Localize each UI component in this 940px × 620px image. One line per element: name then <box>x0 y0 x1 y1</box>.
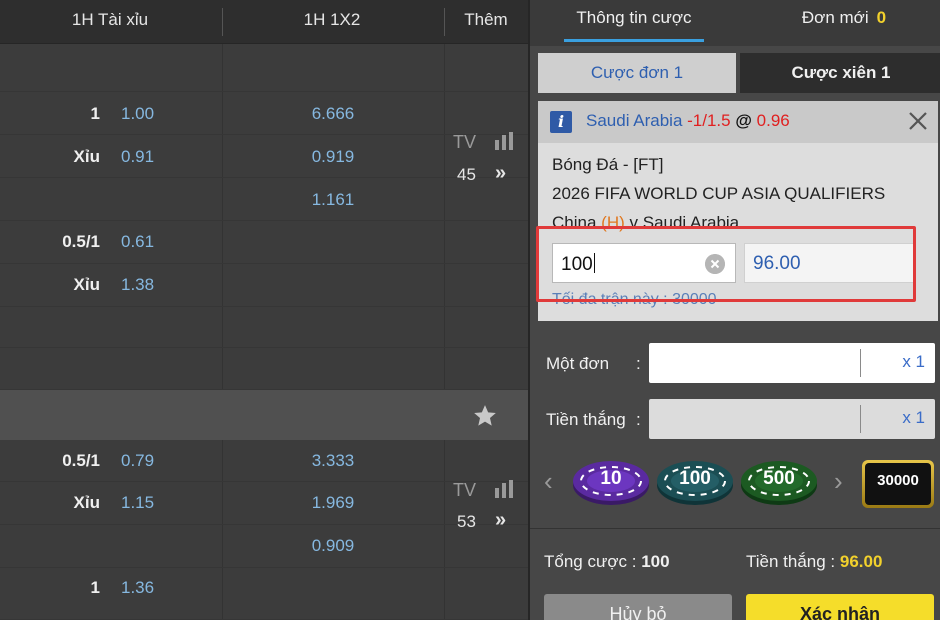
single-label: Một đơn <box>546 354 610 373</box>
ou-line: Xỉu <box>73 493 100 512</box>
col-header-1x2: 1H 1X2 <box>303 10 361 29</box>
tab-bet-info[interactable]: Thông tin cược <box>564 0 704 42</box>
x12-odd[interactable]: 6.666 <box>278 104 388 124</box>
chip-label: 10 <box>600 468 622 489</box>
ou-odd[interactable]: 1.15 <box>121 493 154 513</box>
table-row <box>0 348 528 390</box>
multiplier: x 1 <box>902 408 925 427</box>
table-row: Xỉu 1.15 1.969 <box>0 482 528 525</box>
chip-label: 100 <box>679 468 711 489</box>
table-row: Xỉu 1.38 <box>0 264 528 307</box>
field-divider <box>860 405 861 433</box>
table-header: 1H Tài xỉu 1H 1X2 Thêm <box>0 0 528 44</box>
table-row <box>0 44 528 92</box>
total-win: Tiền thắng : 96.00 <box>746 552 882 572</box>
total-stake: Tổng cược : 100 <box>544 552 670 572</box>
chip-30000[interactable]: 30000 <box>862 460 934 508</box>
table-row: 0.909 <box>0 525 528 568</box>
table-row: 1 1.36 <box>0 568 528 620</box>
match-header-band <box>0 390 528 440</box>
info-icon: i <box>550 111 572 133</box>
ou-odd[interactable]: 1.00 <box>121 104 154 124</box>
total-win-label: Tiền thắng : <box>746 552 836 571</box>
ou-odd[interactable]: 0.91 <box>121 147 154 167</box>
win-output-field: x 1 <box>649 399 935 439</box>
ou-line: 1 <box>90 578 100 597</box>
table-row <box>0 307 528 348</box>
odds-table: 1H Tài xỉu 1H 1X2 Thêm 1 1.00 6.666 Xỉu … <box>0 0 528 620</box>
total-stake-label: Tổng cược : <box>544 552 637 571</box>
x12-odd[interactable]: 1.161 <box>278 190 388 210</box>
win-label: Tiền thắng <box>546 410 626 429</box>
total-stake-value: 100 <box>641 552 670 571</box>
tab-new-orders[interactable]: Đơn mới 0 <box>784 0 904 42</box>
multiplier: x 1 <box>902 352 925 371</box>
more-count[interactable]: 53 <box>457 512 476 532</box>
chip-label: 500 <box>763 468 795 489</box>
at-sign: @ <box>735 111 752 130</box>
table-row: 1 1.00 6.666 <box>0 92 528 135</box>
selection-handicap: -1/1.5 <box>687 111 731 130</box>
ou-line: Xỉu <box>73 275 100 294</box>
ou-line: 0.5/1 <box>62 232 100 251</box>
bet-selection: Saudi Arabia -1/1.5 @ 0.96 <box>586 111 790 131</box>
ou-odd[interactable]: 0.79 <box>121 451 154 471</box>
ou-line: 1 <box>90 104 100 123</box>
table-row: Xỉu 0.91 0.919 <box>0 135 528 178</box>
total-win-value: 96.00 <box>839 552 883 571</box>
selection-team: Saudi Arabia <box>586 111 683 130</box>
ou-line: 0.5/1 <box>62 451 100 470</box>
table-row: 0.5/1 0.61 <box>0 221 528 264</box>
new-orders-badge: 0 <box>876 8 887 27</box>
panel-tabs: Thông tin cược Đơn mới 0 <box>530 0 940 46</box>
close-icon[interactable] <box>904 107 932 135</box>
header-divider <box>222 8 223 36</box>
tv-label[interactable]: TV <box>453 132 476 153</box>
colon: : <box>636 354 641 373</box>
more-arrow-icon[interactable]: » <box>495 509 506 532</box>
ou-odd[interactable]: 1.38 <box>121 275 154 295</box>
favorite-star-icon[interactable] <box>471 403 499 429</box>
tab-new-orders-label: Đơn mới <box>801 8 869 27</box>
bet-slip-header: i Saudi Arabia -1/1.5 @ 0.96 <box>538 101 938 143</box>
divider <box>530 528 940 529</box>
highlight-box <box>536 226 916 302</box>
chevron-left-icon[interactable]: ‹ <box>544 466 553 497</box>
ou-odd[interactable]: 1.36 <box>121 578 154 598</box>
more-count[interactable]: 45 <box>457 165 476 185</box>
ou-line: Xỉu <box>73 147 100 166</box>
chip-selector: ‹ 10 100 500 › 30000 <box>530 448 940 520</box>
single-stake-input[interactable]: x 1 <box>649 343 935 383</box>
more-arrow-icon[interactable]: » <box>495 162 506 185</box>
cancel-button[interactable]: Hủy bỏ <box>544 594 732 620</box>
x12-odd[interactable]: 3.333 <box>278 451 388 471</box>
bet-panel: Thông tin cược Đơn mới 0 Cược đơn 1 Cược … <box>528 0 940 620</box>
league-line: 2026 FIFA WORLD CUP ASIA QUALIFIERS <box>552 184 886 203</box>
x12-odd[interactable]: 0.909 <box>278 536 388 556</box>
table-row: 1.161 <box>0 178 528 221</box>
x12-odd[interactable]: 0.919 <box>278 147 388 167</box>
stats-icon[interactable] <box>494 132 514 150</box>
chevron-right-icon[interactable]: › <box>834 466 843 497</box>
field-divider <box>860 349 861 377</box>
col-header-more: Thêm <box>464 10 508 29</box>
header-divider <box>444 8 445 36</box>
tv-label[interactable]: TV <box>453 480 476 501</box>
tab-single-bet[interactable]: Cược đơn 1 <box>538 53 736 93</box>
selection-price: 0.96 <box>756 111 790 130</box>
col-header-ou: 1H Tài xỉu <box>71 10 149 29</box>
sport-line: Bóng Đá - [FT] <box>552 155 664 174</box>
tab-combo-bet[interactable]: Cược xiên 1 <box>740 53 940 93</box>
colon: : <box>636 410 641 429</box>
table-row: 0.5/1 0.79 3.333 <box>0 440 528 482</box>
confirm-button[interactable]: Xác nhận <box>746 594 934 620</box>
ou-odd[interactable]: 0.61 <box>121 232 154 252</box>
chip-label: 30000 <box>865 463 931 505</box>
stats-icon[interactable] <box>494 480 514 498</box>
app-root: 1H Tài xỉu 1H 1X2 Thêm 1 1.00 6.666 Xỉu … <box>0 0 940 620</box>
x12-odd[interactable]: 1.969 <box>278 493 388 513</box>
